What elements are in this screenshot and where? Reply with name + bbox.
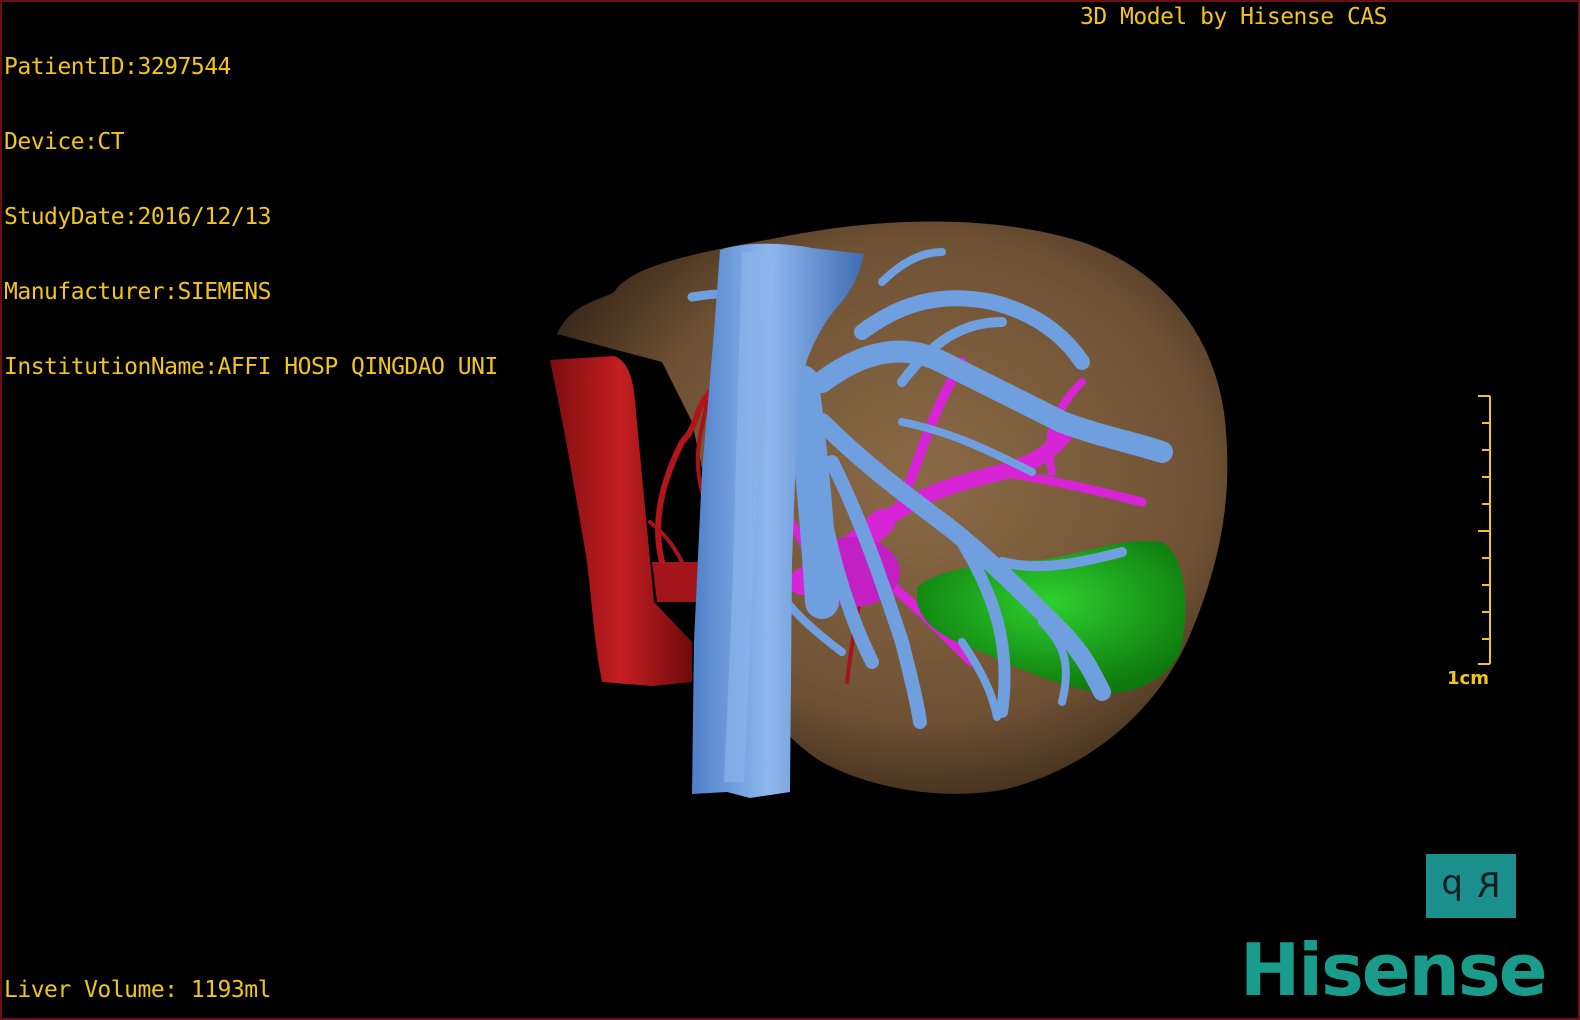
study-date-text: StudyDate:2016/12/13	[4, 204, 271, 230]
render-viewport[interactable]: PatientID:3297544 Device:CT StudyDate:20…	[0, 0, 1580, 1020]
orientation-right-glyph: R	[1476, 866, 1501, 906]
patient-id-text: PatientID:3297544	[4, 54, 231, 80]
aorta	[550, 356, 692, 686]
model-credit-text: 3D Model by Hisense CAS	[1080, 4, 1388, 30]
orientation-left-glyph: d	[1441, 866, 1463, 906]
scale-bar	[1478, 395, 1491, 665]
study-info-overlay: PatientID:3297544 Device:CT StudyDate:20…	[4, 5, 498, 430]
scale-label: 1cm	[1447, 668, 1489, 689]
liver-volume-text: Liver Volume: 1193ml	[4, 977, 271, 1003]
institution-text: InstitutionName:AFFI HOSP QINGDAO UNI	[4, 354, 498, 380]
manufacturer-text: Manufacturer:SIEMENS	[4, 279, 271, 305]
hisense-logo: Hisense	[1240, 928, 1548, 1012]
device-text: Device:CT	[4, 129, 125, 155]
orientation-widget[interactable]: d R	[1426, 854, 1516, 918]
